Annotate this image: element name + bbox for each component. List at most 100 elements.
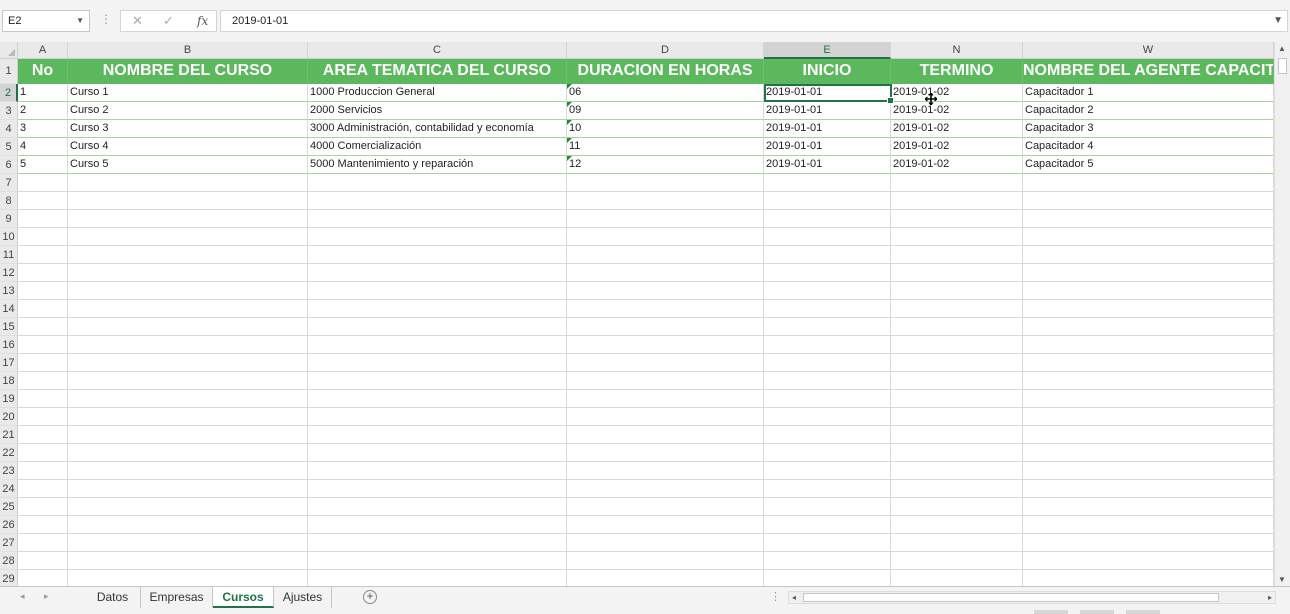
empty-cell[interactable] (18, 246, 68, 264)
empty-cell[interactable] (68, 300, 308, 318)
scroll-down-icon[interactable]: ▼ (1278, 575, 1286, 584)
empty-cell[interactable] (764, 246, 891, 264)
empty-cell[interactable] (308, 570, 567, 586)
empty-cell[interactable] (764, 264, 891, 282)
data-cell[interactable]: 2019-01-02 (891, 156, 1023, 174)
empty-cell[interactable] (18, 498, 68, 516)
empty-cell[interactable] (567, 444, 764, 462)
empty-cell[interactable] (1023, 246, 1274, 264)
column-header-a[interactable]: A (18, 42, 68, 59)
empty-cell[interactable] (567, 264, 764, 282)
empty-cell[interactable] (891, 210, 1023, 228)
empty-cell[interactable] (18, 516, 68, 534)
empty-cell[interactable] (764, 390, 891, 408)
empty-cell[interactable] (308, 444, 567, 462)
empty-cell[interactable] (68, 282, 308, 300)
empty-cell[interactable] (308, 300, 567, 318)
empty-cell[interactable] (567, 174, 764, 192)
data-cell[interactable]: 11 (567, 138, 764, 156)
scroll-right-icon[interactable]: ▸ (1268, 592, 1272, 603)
column-header-b[interactable]: B (68, 42, 308, 59)
empty-cell[interactable] (567, 570, 764, 586)
empty-cell[interactable] (1023, 372, 1274, 390)
empty-cell[interactable] (891, 336, 1023, 354)
select-all-button[interactable] (0, 42, 18, 59)
data-cell[interactable]: Capacitador 2 (1023, 102, 1274, 120)
empty-cell[interactable] (567, 336, 764, 354)
row-header-5[interactable]: 5 (0, 138, 18, 156)
empty-cell[interactable] (18, 282, 68, 300)
empty-cell[interactable] (68, 516, 308, 534)
row-header-27[interactable]: 27 (0, 534, 18, 552)
empty-cell[interactable] (891, 480, 1023, 498)
empty-cell[interactable] (308, 318, 567, 336)
vertical-scroll-thumb[interactable] (1278, 58, 1287, 74)
empty-cell[interactable] (68, 498, 308, 516)
row-header-7[interactable]: 7 (0, 174, 18, 192)
empty-cell[interactable] (1023, 354, 1274, 372)
empty-cell[interactable] (891, 426, 1023, 444)
empty-cell[interactable] (1023, 570, 1274, 586)
empty-cell[interactable] (567, 408, 764, 426)
empty-cell[interactable] (764, 534, 891, 552)
empty-cell[interactable] (764, 318, 891, 336)
header-cell[interactable]: DURACION EN HORAS (567, 59, 764, 84)
empty-cell[interactable] (68, 408, 308, 426)
chevron-down-icon[interactable]: ▼ (76, 11, 84, 31)
empty-cell[interactable] (891, 192, 1023, 210)
empty-cell[interactable] (764, 210, 891, 228)
empty-cell[interactable] (18, 210, 68, 228)
empty-cell[interactable] (308, 534, 567, 552)
empty-cell[interactable] (308, 282, 567, 300)
empty-cell[interactable] (68, 264, 308, 282)
data-cell[interactable]: Capacitador 5 (1023, 156, 1274, 174)
data-cell[interactable]: 2019-01-01 (764, 120, 891, 138)
empty-cell[interactable] (68, 570, 308, 586)
empty-cell[interactable] (308, 228, 567, 246)
empty-cell[interactable] (1023, 462, 1274, 480)
data-cell[interactable]: Capacitador 4 (1023, 138, 1274, 156)
empty-cell[interactable] (18, 264, 68, 282)
empty-cell[interactable] (308, 264, 567, 282)
data-cell[interactable]: 1000 Produccion General (308, 84, 567, 102)
empty-cell[interactable] (567, 480, 764, 498)
add-sheet-icon[interactable]: + (363, 590, 377, 604)
empty-cell[interactable] (18, 372, 68, 390)
more-options-icon[interactable]: ⋮ (100, 12, 112, 26)
tab-split-handle[interactable]: ⋮ (770, 590, 781, 603)
empty-cell[interactable] (1023, 390, 1274, 408)
empty-cell[interactable] (18, 462, 68, 480)
row-header-4[interactable]: 4 (0, 120, 18, 138)
empty-cell[interactable] (1023, 210, 1274, 228)
row-header-21[interactable]: 21 (0, 426, 18, 444)
empty-cell[interactable] (567, 246, 764, 264)
insert-function-icon[interactable]: fx (197, 14, 208, 28)
row-header-11[interactable]: 11 (0, 246, 18, 264)
empty-cell[interactable] (308, 336, 567, 354)
row-header-16[interactable]: 16 (0, 336, 18, 354)
empty-cell[interactable] (891, 552, 1023, 570)
empty-cell[interactable] (1023, 426, 1274, 444)
data-cell[interactable]: 12 (567, 156, 764, 174)
empty-cell[interactable] (308, 210, 567, 228)
data-cell[interactable]: 2019-01-01 (764, 102, 891, 120)
empty-cell[interactable] (308, 516, 567, 534)
row-header-9[interactable]: 9 (0, 210, 18, 228)
row-header-23[interactable]: 23 (0, 462, 18, 480)
row-header-1[interactable]: 1 (0, 59, 18, 84)
row-header-12[interactable]: 12 (0, 264, 18, 282)
empty-cell[interactable] (567, 318, 764, 336)
empty-cell[interactable] (891, 570, 1023, 586)
data-cell[interactable]: 2 (18, 102, 68, 120)
empty-cell[interactable] (1023, 192, 1274, 210)
empty-cell[interactable] (567, 426, 764, 444)
data-cell[interactable]: Curso 2 (68, 102, 308, 120)
sheet-tab-cursos[interactable]: Cursos (213, 587, 274, 608)
sheet-tab-empresas[interactable]: Empresas (141, 587, 213, 608)
row-header-2[interactable]: 2 (0, 84, 18, 102)
expand-formula-bar-icon[interactable]: ▼ (1273, 11, 1283, 31)
empty-cell[interactable] (308, 192, 567, 210)
row-header-10[interactable]: 10 (0, 228, 18, 246)
empty-cell[interactable] (764, 498, 891, 516)
data-cell[interactable]: 5 (18, 156, 68, 174)
